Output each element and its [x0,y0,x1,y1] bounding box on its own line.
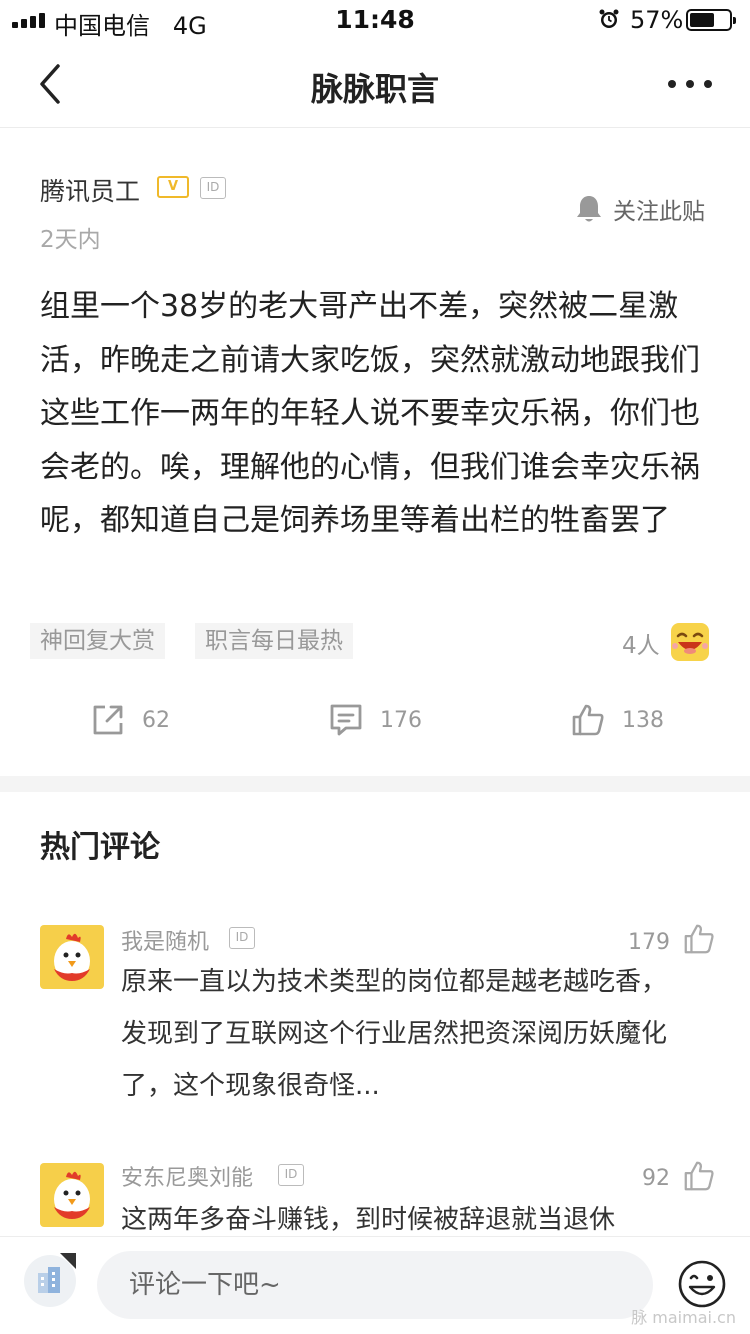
hot-comments-title: 热门评论 [40,830,160,865]
author-name[interactable]: 腾讯员工 [40,172,140,208]
commenter-name[interactable]: 安东尼奥刘能 [121,1160,253,1192]
status-bar: 中国电信 4G 11:48 57% [0,0,750,40]
like-button[interactable]: 138 [570,702,664,738]
emoji-icon[interactable] [677,1259,727,1309]
thumbs-up-icon [572,704,604,736]
thumbs-up-icon[interactable] [682,1159,716,1193]
bell-icon [577,196,601,222]
id-badge: ID [229,927,255,949]
comment-button[interactable]: 176 [328,702,422,738]
bottom-input-bar: 脉 maimai.cn [0,1236,750,1334]
chick-avatar-icon [54,1171,90,1219]
like-count: 138 [622,707,664,733]
comment-text: 原来一直以为技术类型的岗位都是越老越吃香，发现到了互联网这个行业居然把资深阅历妖… [121,967,668,1101]
share-button[interactable]: 62 [90,702,170,738]
commenter-name[interactable]: 我是随机 [121,924,209,956]
verified-badge: V [157,176,189,198]
comment-count: 176 [380,707,422,733]
share-count: 62 [142,707,170,733]
navigation-bar: 脉脉职言 [0,40,750,128]
comment-text: 这两年多奋斗赚钱，到时候被辞退就当退休 [121,1205,616,1235]
thumbs-up-icon[interactable] [682,922,716,956]
post-content: 组里一个38岁的老大哥产出不差，突然被二星激活，昨晚走之前请大家吃饭，突然就激动… [40,289,700,538]
commenter-avatar[interactable] [40,1163,104,1227]
comment-input[interactable] [97,1251,653,1319]
commenter-avatar[interactable] [40,925,104,989]
page-title: 脉脉职言 [310,70,439,108]
comment-like-count: 179 [628,930,670,955]
topic-tag[interactable]: 神回复大赏 [30,623,165,659]
comment-like-count: 92 [642,1166,670,1191]
watermark: 脉 maimai.cn [631,1308,736,1327]
post-time: 2天内 [40,227,101,253]
comment-icon [330,704,362,736]
share-icon [93,705,123,735]
battery-percent: 57% [630,6,684,34]
chick-avatar-icon [54,933,90,981]
section-divider [0,776,750,792]
battery-icon [686,9,736,31]
topic-tag[interactable]: 职言每日最热 [195,623,353,659]
reaction-count: 4人 [622,633,660,659]
id-badge: ID [200,177,226,199]
laughing-emoji-icon[interactable] [670,622,710,662]
corner-marker [60,1253,76,1269]
more-icon[interactable] [668,80,712,88]
alarm-icon [599,9,619,28]
id-badge: ID [278,1164,304,1186]
follow-label: 关注此贴 [613,199,705,225]
follow-post-button[interactable]: 关注此贴 [575,192,705,226]
